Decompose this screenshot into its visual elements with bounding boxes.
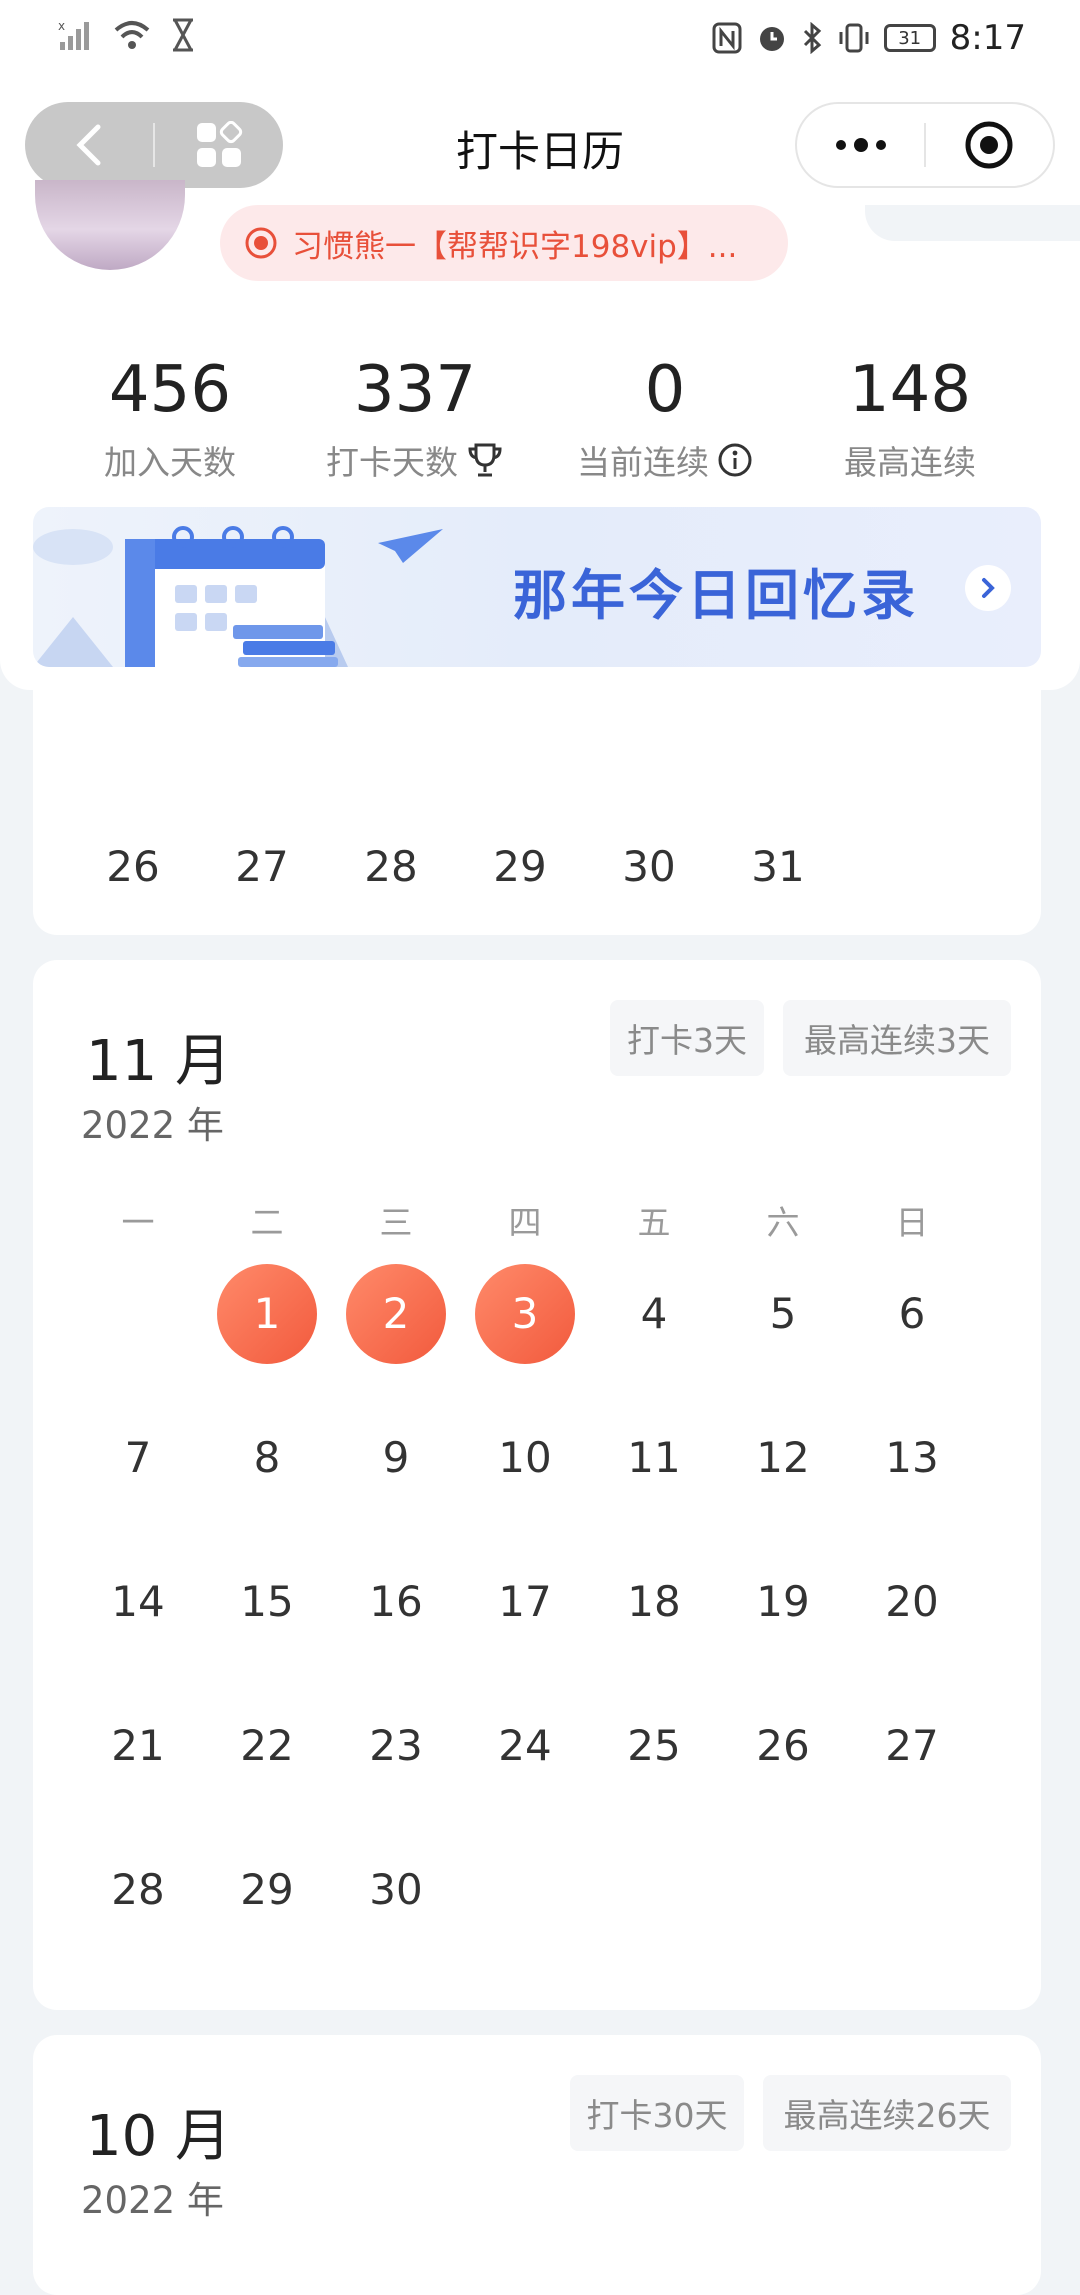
hourglass-icon xyxy=(173,18,193,52)
weekday-label: 三 xyxy=(379,1203,413,1242)
banner-arrow-button[interactable] xyxy=(965,565,1011,611)
nav-right-capsule xyxy=(795,102,1055,188)
calendar-day[interactable]: 9 xyxy=(346,1408,446,1508)
stat-label: 最高连续 xyxy=(844,443,976,482)
stat-value: 148 xyxy=(848,353,972,427)
max-streak-chip: 最高连续26天 xyxy=(763,2075,1011,2151)
checkin-count-chip: 打卡3天 xyxy=(610,1000,764,1076)
more-dots-icon xyxy=(835,138,886,152)
weekday-label: 五 xyxy=(637,1203,671,1242)
calendar-day[interactable]: 14 xyxy=(88,1552,188,1652)
stat-checkin-days[interactable]: 337 打卡天数 xyxy=(305,350,525,484)
calendar-day[interactable]: 13 xyxy=(862,1408,962,1508)
calendar-day[interactable]: 10 xyxy=(475,1408,575,1508)
calendar-day[interactable]: 19 xyxy=(733,1552,833,1652)
corner-tag[interactable] xyxy=(865,205,1080,241)
chevron-right-icon xyxy=(982,578,995,598)
calendar-day[interactable]: 28 xyxy=(341,817,441,917)
weekday-label: 一 xyxy=(121,1203,155,1242)
habit-pill[interactable]: 习惯熊一【帮帮识字198vip】... xyxy=(220,205,788,281)
calendar-day[interactable]: 27 xyxy=(212,817,312,917)
calendar-day[interactable]: 11 xyxy=(604,1408,704,1508)
stat-label: 加入天数 xyxy=(104,443,236,482)
month-card-november: 11 月 2022 年 打卡3天 最高连续3天 一二三四五六日 12345678… xyxy=(33,960,1041,2010)
battery-icon: 31 xyxy=(883,24,936,52)
month-card-previous: 26 27 28 29 30 31 xyxy=(33,690,1041,935)
day-row: 26 27 28 29 30 31 xyxy=(83,817,828,917)
habit-name: 习惯熊一【帮帮识字198vip】... xyxy=(292,228,738,265)
target-close-icon xyxy=(965,121,1013,169)
month-label: 10 月 xyxy=(86,2104,232,2169)
calendar-day[interactable]: 7 xyxy=(88,1408,188,1508)
stat-label: 当前连续 xyxy=(577,443,709,482)
trophy-icon xyxy=(468,443,502,477)
calendar-day[interactable]: 24 xyxy=(475,1696,575,1796)
calendar-day[interactable]: 18 xyxy=(604,1552,704,1652)
stat-current-streak[interactable]: 0 当前连续 xyxy=(555,350,775,484)
nfc-icon xyxy=(712,22,742,54)
calendar-day[interactable]: 17 xyxy=(475,1552,575,1652)
stat-value: 337 xyxy=(353,353,477,427)
calendar-day[interactable]: 4 xyxy=(604,1264,704,1364)
record-dot-icon xyxy=(245,227,277,259)
stat-max-streak: 148 最高连续 xyxy=(800,350,1020,484)
calendar-day[interactable]: 20 xyxy=(862,1552,962,1652)
calendar-day[interactable]: 26 xyxy=(83,817,183,917)
weekday-label: 六 xyxy=(766,1203,800,1242)
calendar-day[interactable]: 5 xyxy=(733,1264,833,1364)
checkin-count-chip: 打卡30天 xyxy=(570,2075,744,2151)
calendar-day-checked[interactable]: 2 xyxy=(346,1264,446,1364)
year-label: 2022 年 xyxy=(81,2179,224,2222)
year-label: 2022 年 xyxy=(81,1104,224,1147)
calendar-day[interactable]: 23 xyxy=(346,1696,446,1796)
stat-label: 打卡天数 xyxy=(326,443,458,482)
memory-banner[interactable]: 那年今日回忆录 xyxy=(33,507,1041,667)
wifi-icon xyxy=(114,21,150,49)
bluetooth-icon xyxy=(803,22,821,54)
weekday-label: 四 xyxy=(508,1203,542,1242)
calendar-day[interactable]: 26 xyxy=(733,1696,833,1796)
info-icon[interactable] xyxy=(717,442,753,478)
stat-value: 0 xyxy=(644,353,686,427)
calendar-day[interactable]: 27 xyxy=(862,1696,962,1796)
calendar-day[interactable]: 12 xyxy=(733,1408,833,1508)
vibrate-icon xyxy=(839,23,869,53)
calendar-day[interactable]: 30 xyxy=(346,1840,446,1940)
month-card-october: 10 月 2022 年 打卡30天 最高连续26天 xyxy=(33,2035,1041,2295)
close-miniapp-button[interactable] xyxy=(926,104,1053,186)
stat-joined-days: 456 加入天数 xyxy=(60,350,280,484)
status-right-icons: 31 8:17 xyxy=(712,18,1026,58)
signal-icon: x xyxy=(58,19,89,50)
calendar-day[interactable]: 15 xyxy=(217,1552,317,1652)
more-button[interactable] xyxy=(797,104,924,186)
calendar-day-checked[interactable]: 1 xyxy=(217,1264,317,1364)
calendar-day[interactable]: 30 xyxy=(599,817,699,917)
status-left-icons: x xyxy=(58,18,196,52)
calendar-day[interactable]: 29 xyxy=(217,1840,317,1940)
month-label: 11 月 xyxy=(86,1029,232,1094)
calendar-day[interactable]: 28 xyxy=(88,1840,188,1940)
alarm-icon xyxy=(759,27,784,51)
calendar-day[interactable]: 21 xyxy=(88,1696,188,1796)
weekday-label: 日 xyxy=(895,1203,929,1242)
banner-title: 那年今日回忆录 xyxy=(513,564,919,627)
clock-time: 8:17 xyxy=(949,18,1026,58)
weekday-header: 一二三四五六日 xyxy=(88,1196,962,1244)
calendar-day-checked[interactable]: 3 xyxy=(475,1264,575,1364)
calendar-day[interactable]: 31 xyxy=(728,817,828,917)
stat-value: 456 xyxy=(108,353,232,427)
svg-text:x: x xyxy=(58,19,65,33)
battery-level: 31 xyxy=(898,27,922,49)
calendar-day[interactable]: 22 xyxy=(217,1696,317,1796)
calendar-day[interactable]: 8 xyxy=(217,1408,317,1508)
weekday-label: 二 xyxy=(250,1203,284,1242)
calendar-day[interactable]: 6 xyxy=(862,1264,962,1364)
calendar-day[interactable]: 29 xyxy=(470,817,570,917)
max-streak-chip: 最高连续3天 xyxy=(783,1000,1011,1076)
calendar-illustration-icon xyxy=(33,526,443,667)
calendar-day[interactable]: 16 xyxy=(346,1552,446,1652)
calendar-day[interactable]: 25 xyxy=(604,1696,704,1796)
